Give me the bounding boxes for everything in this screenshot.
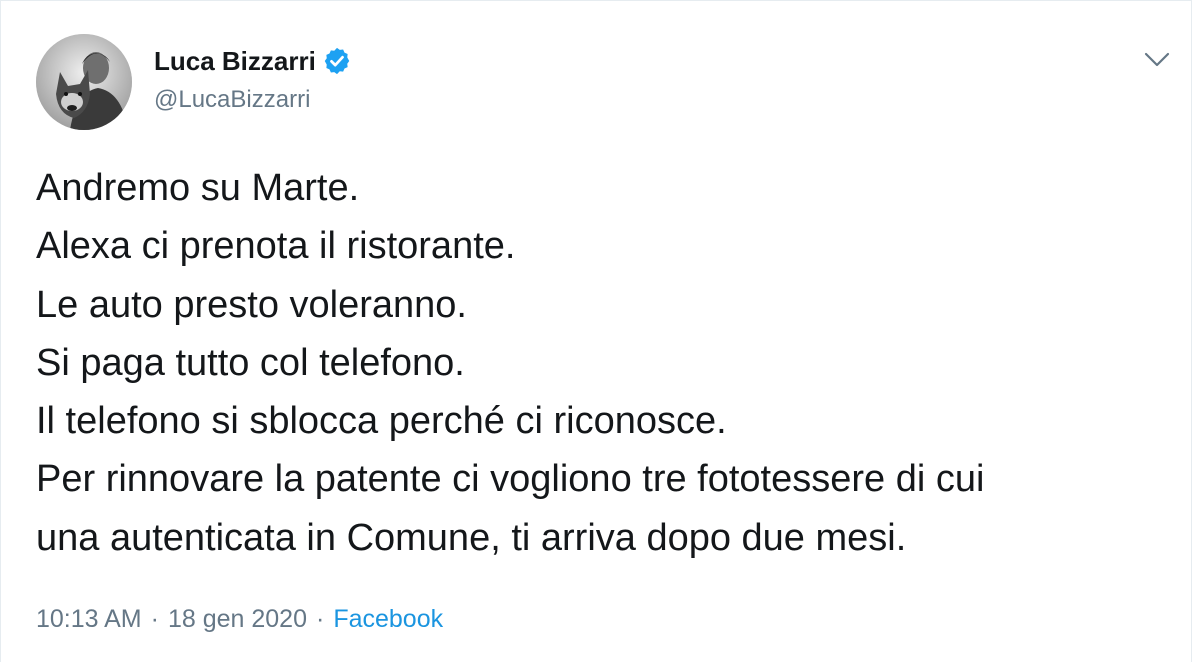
tweet-line: Per rinnovare la patente ci vogliono tre…	[36, 458, 985, 501]
author-handle[interactable]: @LucaBizzarri	[154, 85, 310, 115]
tweet-line: Le auto presto voleranno.	[36, 283, 467, 326]
meta-separator: ·	[150, 605, 159, 633]
tweet-line: Il telefono si sblocca perché ci riconos…	[36, 400, 727, 443]
tweet-card: Luca Bizzarri @LucaBizzarri Andremo su M…	[0, 0, 1192, 662]
tweet-date[interactable]: 18 gen 2020	[168, 605, 307, 633]
tweet-menu-button[interactable]	[1142, 47, 1172, 73]
avatar[interactable]	[36, 34, 132, 130]
tweet-metadata: 10:13 AM · 18 gen 2020 · Facebook	[36, 603, 443, 635]
chevron-down-icon	[1144, 52, 1170, 67]
verified-badge-icon	[322, 46, 352, 76]
tweet-source-link[interactable]: Facebook	[333, 605, 443, 633]
tweet-line: Alexa ci prenota il ristorante.	[36, 225, 516, 268]
avatar-image	[36, 34, 132, 130]
tweet-time[interactable]: 10:13 AM	[36, 605, 142, 633]
tweet-line: Andremo su Marte.	[36, 167, 360, 209]
author-display-name[interactable]: Luca Bizzarri	[154, 45, 352, 77]
tweet-line: Si paga tutto col telefono.	[36, 341, 465, 384]
tweet-text: Andremo su Marte. Alexa ci prenota il ri…	[36, 159, 1166, 567]
tweet-line: una autenticata in Comune, ti arriva dop…	[36, 516, 907, 559]
meta-separator: ·	[316, 605, 325, 633]
author-name-text: Luca Bizzarri	[154, 46, 316, 76]
